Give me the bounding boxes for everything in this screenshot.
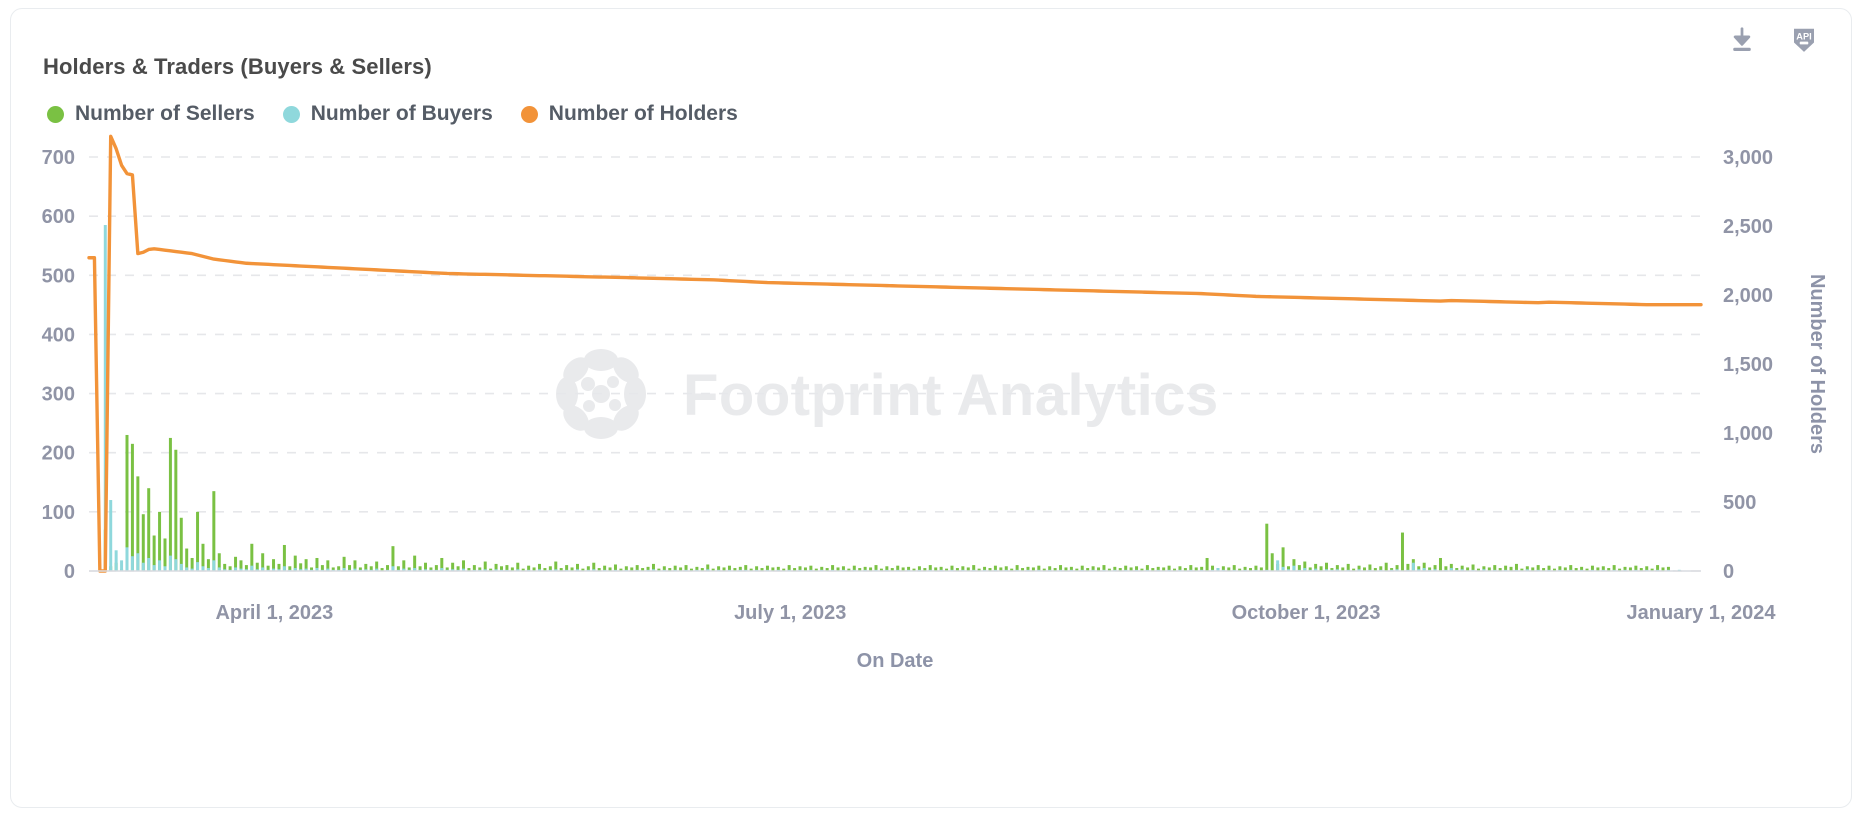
bar <box>131 444 134 571</box>
bar <box>109 500 112 571</box>
y-tick-label: 700 <box>42 147 75 169</box>
bar <box>126 547 129 571</box>
x-axis-title: On Date <box>857 650 934 672</box>
watermark-dot-2 <box>609 399 621 411</box>
y2-tick-label: 0 <box>1723 561 1734 583</box>
watermark-petal-0 <box>584 349 618 371</box>
bar <box>1271 553 1274 571</box>
bar <box>115 550 118 571</box>
chart-card: Holders & Traders (Buyers & Sellers) API… <box>10 8 1852 808</box>
bar <box>196 512 199 571</box>
axis-left: 0 100 200 300 400 500 600 700 <box>42 147 75 583</box>
bar <box>1265 524 1268 571</box>
bar <box>196 562 199 571</box>
bar <box>136 553 139 571</box>
axis-bottom: April 1, 2023 July 1, 2023 October 1, 2023… <box>89 571 1776 672</box>
bar <box>1385 563 1388 571</box>
bar <box>174 450 177 571</box>
y-tick-label: 300 <box>42 384 75 406</box>
bar <box>142 514 145 571</box>
x-tick-label: April 1, 2023 <box>215 602 333 624</box>
chart-plot: Footprint Analytics 0 100 200 300 400 500 600 7… <box>11 9 1852 808</box>
axis-right: 0 500 1,000 1,500 2,000 2,500 3,000 Number of H… <box>1723 147 1828 583</box>
x-tick-label: October 1, 2023 <box>1232 602 1381 624</box>
y2-tick-label: 3,000 <box>1723 147 1773 169</box>
y-tick-label: 600 <box>42 206 75 228</box>
bar <box>147 558 150 571</box>
y2-tick-label: 1,500 <box>1723 354 1773 376</box>
bar <box>158 560 161 571</box>
y2-tick-label: 2,000 <box>1723 285 1773 307</box>
bar <box>169 438 172 571</box>
y2-axis-title: Number of Holders <box>1806 274 1828 454</box>
holders-line <box>89 136 1701 571</box>
bar <box>153 565 156 571</box>
bar <box>1276 560 1279 571</box>
bar <box>180 518 183 571</box>
y-tick-label: 200 <box>42 443 75 465</box>
x-tick-label: July 1, 2023 <box>734 602 846 624</box>
bar <box>164 538 167 571</box>
watermark-dot-1 <box>607 376 619 388</box>
y2-tick-label: 500 <box>1723 492 1756 514</box>
y-tick-label: 100 <box>42 502 75 524</box>
bar <box>212 560 215 571</box>
bar <box>131 556 134 571</box>
line-holders <box>89 136 1701 571</box>
bar <box>1412 563 1415 571</box>
bar <box>212 491 215 571</box>
bar <box>1206 558 1209 571</box>
watermark-dot-0 <box>581 377 595 391</box>
watermark-dot-3 <box>583 400 595 412</box>
bar <box>120 560 123 571</box>
watermark-text: Footprint Analytics <box>683 363 1219 428</box>
bar <box>169 556 172 571</box>
y-tick-label: 500 <box>42 265 75 287</box>
y-tick-label: 0 <box>64 561 75 583</box>
bar <box>1401 533 1404 571</box>
bars-sellers <box>98 435 1670 571</box>
bar <box>174 559 177 571</box>
bar <box>1439 558 1442 571</box>
bar <box>180 564 183 571</box>
watermark-petal-4 <box>584 417 618 439</box>
y2-tick-label: 1,000 <box>1723 423 1773 445</box>
y-tick-label: 400 <box>42 324 75 346</box>
x-tick-label: January 1, 2024 <box>1627 602 1777 624</box>
bar <box>142 563 145 571</box>
y2-tick-label: 2,500 <box>1723 216 1773 238</box>
